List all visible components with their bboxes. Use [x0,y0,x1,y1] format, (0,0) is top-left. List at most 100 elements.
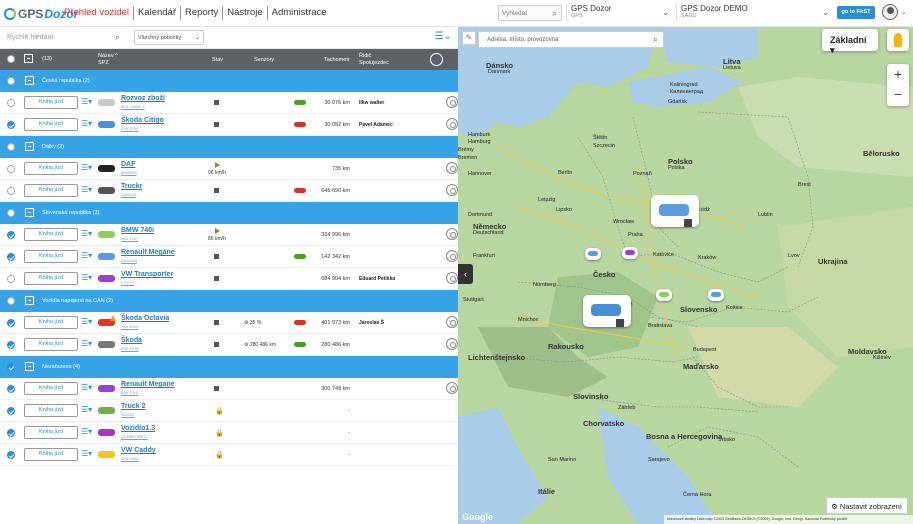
row-menu-icon[interactable]: ☰▾ [81,229,92,238]
row-checkbox[interactable] [7,231,15,239]
trip-book-button[interactable]: Kniha jízd [24,162,78,175]
column-state[interactable]: Stav [212,57,223,63]
vehicle-marker[interactable] [651,195,699,227]
row-checkbox[interactable] [7,407,15,415]
row-checkbox[interactable] [7,319,15,327]
row-checkbox[interactable] [7,99,15,107]
collapse-panel-button[interactable]: ‹ [458,264,473,284]
locate-on-map-icon[interactable] [446,250,458,262]
zoom-out-button[interactable]: − [887,84,909,104]
table-row[interactable]: Kniha jízd ☰▾ Škoda Octavia 7A9 4099 ⚙ 35… [0,312,458,334]
select-all-checkbox[interactable] [7,55,15,63]
row-menu-icon[interactable]: ☰▾ [81,97,92,106]
locate-all-icon[interactable] [430,53,443,66]
row-menu-icon[interactable]: ☰▾ [81,383,92,392]
row-checkbox[interactable] [7,187,15,195]
trip-book-button[interactable]: Kniha jízd [24,382,78,395]
search-icon[interactable]: ⌕ [553,9,557,19]
trip-book-button[interactable]: Kniha jízd [24,228,78,241]
vehicle-name-link[interactable]: Škoda Octavia [121,315,169,322]
row-menu-icon[interactable]: ☰▾ [81,163,92,172]
vehicle-name-link[interactable]: VW Caddy [121,447,156,454]
column-spz[interactable]: SPZ [98,60,109,66]
vehicle-name-link[interactable]: Rozvoz zboží [121,95,165,102]
vehicle-marker[interactable] [583,295,631,327]
row-menu-icon[interactable]: ☰▾ [81,119,92,128]
group-checkbox[interactable] [7,209,15,217]
map-attribution[interactable]: Klávesové zkratky Data map ©2023 GeoBasi… [664,515,913,524]
vehicle-marker[interactable] [622,247,638,259]
locate-on-map-icon[interactable] [446,338,458,350]
row-checkbox[interactable] [7,451,15,459]
row-menu-icon[interactable]: ☰▾ [81,273,92,282]
vehicle-name-link[interactable]: Truckr [121,183,142,190]
locate-on-map-icon[interactable] [446,162,458,174]
column-menu-icon[interactable]: ☰⌄ [435,31,452,42]
locate-on-map-icon[interactable] [446,228,458,240]
row-checkbox[interactable] [7,429,15,437]
nav-vehicle-overview[interactable]: Přehled vozidel [60,6,134,20]
vehicle-name-link[interactable]: Truck 2 [121,403,146,410]
company-select[interactable]: GPS Dozor GPS ⌄ [566,4,671,22]
column-tachometer[interactable]: Tachometr [324,57,350,63]
row-checkbox[interactable] [7,275,15,283]
table-row[interactable]: Kniha jízd ☰▾ Truck 2 222222 🔒 - [0,400,458,422]
table-row[interactable]: Kniha jízd ☰▾ VW Transporter YYYYY 684 90… [0,268,458,290]
vehicle-name-link[interactable]: Vozidlo1.3 [121,425,155,432]
group-header[interactable]: Dálky (2) [0,136,458,158]
chevron-down-icon[interactable]: ⌄ [901,8,907,16]
nav-reports[interactable]: Reporty [181,6,224,20]
collapse-all-toggle[interactable] [24,54,33,63]
global-search-input[interactable]: Vyhledat ⌕ [498,5,562,21]
group-header[interactable]: Slovenská republika (3) [0,202,458,224]
locate-on-map-icon[interactable] [446,272,458,284]
trip-book-button[interactable]: Kniha jízd [24,96,78,109]
table-row[interactable]: Kniha jízd ☰▾ Renault Megane 8A0 7015 300… [0,378,458,400]
vehicle-name-link[interactable]: Renault Megane [121,381,175,388]
vehicle-marker[interactable] [656,289,672,301]
table-row[interactable]: Kniha jízd ☰▾ VW Caddy 3A5 2840 🔒 - [0,444,458,466]
row-checkbox[interactable] [7,121,15,129]
table-row[interactable]: Kniha jízd ☰▾ Vozidlo1.3 123456789012 🔒 - [0,422,458,444]
trip-book-button[interactable]: Kniha jízd [24,338,78,351]
user-avatar[interactable] [882,4,898,20]
quick-search-input[interactable]: Rychlé hledání ⌕ [4,30,128,45]
row-checkbox[interactable] [7,385,15,393]
row-menu-icon[interactable]: ☰▾ [81,185,92,194]
group-header[interactable]: Vozidla napojená na CAN (2) [0,290,458,312]
row-menu-icon[interactable]: ☰▾ [81,317,92,326]
column-codriver[interactable]: Spolujezdec [359,60,389,66]
group-collapse-toggle[interactable] [25,142,34,151]
column-name[interactable]: Název ^ [98,53,118,59]
locate-on-map-icon[interactable] [446,382,458,394]
nav-calendar[interactable]: Kalendář [134,6,181,20]
trip-book-button[interactable]: Kniha jízd [24,426,78,439]
nav-administration[interactable]: Administrace [268,6,331,20]
row-menu-icon[interactable]: ☰▾ [81,449,92,458]
vehicle-name-link[interactable]: VW Transporter [121,271,173,278]
locate-on-map-icon[interactable] [446,118,458,130]
table-row[interactable]: Kniha jízd ☰▾ BMW 740i 4A5 1247 86 km/h 33… [0,224,458,246]
group-checkbox[interactable] [7,297,15,305]
row-menu-icon[interactable]: ☰▾ [81,339,92,348]
vehicle-name-link[interactable]: Škoda Citigo [121,117,164,124]
table-row[interactable]: Kniha jízd ☰▾ Truckr 1151515 645 690 km [0,180,458,202]
search-icon[interactable]: ⌕ [653,34,658,45]
row-checkbox[interactable] [7,165,15,173]
trip-book-button[interactable]: Kniha jízd [24,448,78,461]
draw-tool-icon[interactable]: ✎ [462,31,476,45]
column-driver[interactable]: Řidič [359,53,371,59]
locate-on-map-icon[interactable] [446,316,458,328]
table-row[interactable]: Kniha jízd ☰▾ Renault Megane AAAAAA 142 3… [0,246,458,268]
street-view-pegman-icon[interactable] [887,29,909,51]
locate-on-map-icon[interactable] [446,184,458,196]
account-select[interactable]: GPS Dozor DEMO SAGU ⌄ [676,4,831,22]
row-menu-icon[interactable]: ☰▾ [81,405,92,414]
trip-book-button[interactable]: Kniha jízd [24,118,78,131]
group-checkbox[interactable] [7,143,15,151]
table-row[interactable]: Kniha jízd ☰▾ Rozvoz zboží 8E5 - zboží 2… [0,92,458,114]
group-collapse-toggle[interactable] [25,362,34,371]
nav-tools[interactable]: Nástroje [223,6,268,20]
search-icon[interactable]: ⌕ [115,32,120,43]
vehicle-name-link[interactable]: BMW 740i [121,227,154,234]
